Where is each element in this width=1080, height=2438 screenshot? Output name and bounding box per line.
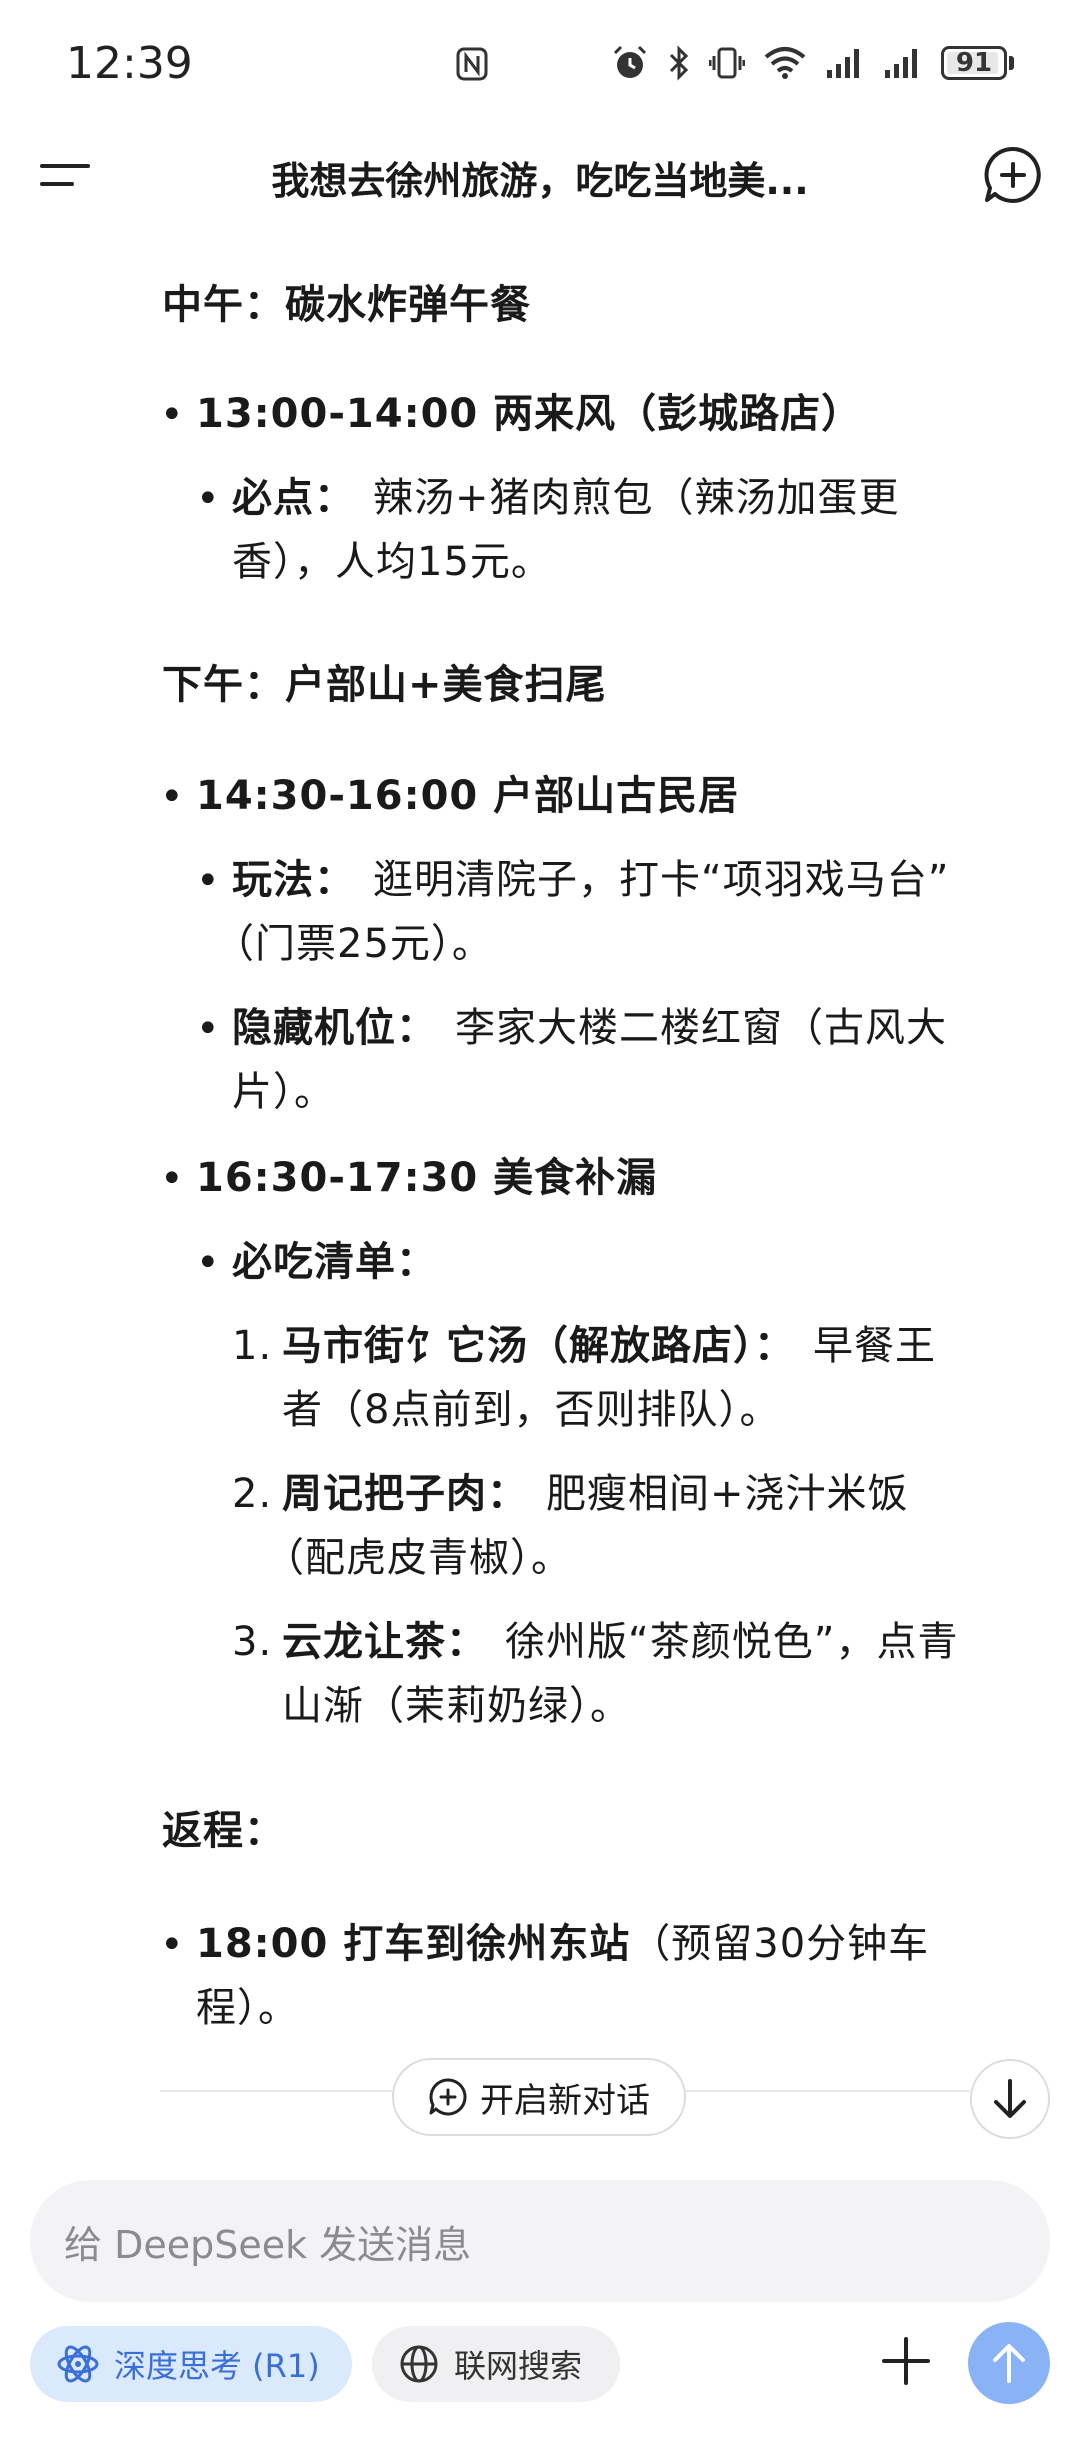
noon-item-heading: 13:00-14:00 两来风（彭城路店）: [196, 391, 863, 437]
noon-sub-line-2: 香），人均15元。: [232, 539, 552, 585]
arrow-up-icon: [993, 2344, 1025, 2383]
message-input[interactable]: 给 DeepSeek 发送消息: [30, 2180, 1050, 2302]
list-item-number: 2.: [232, 1471, 273, 1517]
battery-icon: 91: [941, 46, 1014, 80]
list-item-line-1: 云龙让茶： 徐州版“茶颜悦色”，点青: [282, 1619, 959, 1665]
bullet: •: [196, 1006, 220, 1052]
afternoon-play-line-1: 玩法： 逛明清院子，打卡“项羽戏马台”: [232, 857, 950, 903]
afternoon-item2-heading: 16:30-17:30 美食补漏: [196, 1155, 658, 1201]
status-time: 12:39: [66, 38, 193, 89]
bullet: •: [160, 1156, 184, 1202]
alarm-icon: [611, 44, 649, 82]
menu-icon: [40, 164, 90, 186]
bullet: •: [160, 392, 184, 438]
section-title-noon: 中午：碳水炸弹午餐: [162, 282, 531, 328]
signal-icon: [883, 46, 923, 80]
afternoon-spot-line-2: 片）。: [232, 1069, 335, 1115]
section-title-return: 返程：: [162, 1808, 285, 1854]
bullet: •: [160, 1922, 184, 1968]
web-search-toggle[interactable]: 联网搜索: [372, 2326, 620, 2402]
status-bar: 12:39 91: [0, 0, 1080, 130]
list-item-number: 3.: [232, 1619, 273, 1665]
bullet: •: [160, 774, 184, 820]
plus-icon: [882, 2337, 930, 2385]
bluetooth-icon: [667, 44, 691, 82]
bullet: •: [196, 476, 220, 522]
start-new-chat-button[interactable]: 开启新对话: [392, 2058, 686, 2136]
afternoon-play-line-2: （门票25元）。: [214, 921, 493, 967]
return-item-line-2: 程）。: [196, 1985, 299, 2031]
atom-icon: [57, 2345, 99, 2383]
list-item-number: 1.: [232, 1323, 273, 1369]
list-item-line-2: 山渐（茉莉奶绿）。: [282, 1683, 631, 1729]
deep-think-toggle[interactable]: 深度思考 (R1): [30, 2326, 352, 2402]
page-title: 我想去徐州旅游，吃吃当地美...: [271, 159, 809, 203]
list-item-line-1: 周记把子肉： 肥瘦相间+浇汁米饭: [282, 1471, 909, 1517]
bullet: •: [196, 858, 220, 904]
section-title-afternoon: 下午：户部山+美食扫尾: [162, 662, 607, 708]
message-input-placeholder: 给 DeepSeek 发送消息: [64, 2222, 472, 2267]
list-item-line-2: （配虎皮青椒）。: [264, 1535, 572, 1581]
new-chat-icon: [429, 2078, 467, 2116]
send-button[interactable]: [968, 2322, 1050, 2404]
noon-sub-line-1: 必点： 辣汤+猪肉煎包（辣汤加蛋更: [232, 475, 900, 521]
afternoon-spot-line-1: 隐藏机位： 李家大楼二楼红窗（古风大: [232, 1005, 947, 1051]
list-item-line-2: 者（8点前到，否则排队）。: [282, 1387, 781, 1433]
nfc-icon: [455, 46, 489, 86]
menu-button[interactable]: [36, 150, 96, 200]
start-new-chat-label: 开启新对话: [480, 2080, 650, 2121]
must-eat-label: 必吃清单：: [232, 1239, 437, 1285]
deep-think-label: 深度思考 (R1): [114, 2347, 320, 2385]
new-chat-icon: [984, 146, 1041, 203]
arrow-down-icon: [994, 2079, 1026, 2118]
list-item-line-1: 马市街饣它汤（解放路店）： 早餐王: [282, 1323, 936, 1369]
new-chat-button[interactable]: [982, 144, 1044, 206]
web-search-label: 联网搜索: [454, 2347, 583, 2385]
wifi-icon: [763, 45, 807, 81]
chat-header: 我想去徐州旅游，吃吃当地美...: [0, 130, 1080, 220]
afternoon-item1-heading: 14:30-16:00 户部山古民居: [196, 773, 740, 819]
vibrate-icon: [709, 44, 745, 82]
signal-icon: [825, 46, 865, 80]
return-item-line-1: 18:00 打车到徐州东站（预留30分钟车: [196, 1921, 930, 1967]
globe-icon: [400, 2345, 438, 2383]
attach-button[interactable]: [870, 2325, 942, 2397]
scroll-down-button[interactable]: [970, 2059, 1050, 2139]
bullet: •: [196, 1240, 220, 1286]
status-icons: 91: [611, 44, 1014, 82]
